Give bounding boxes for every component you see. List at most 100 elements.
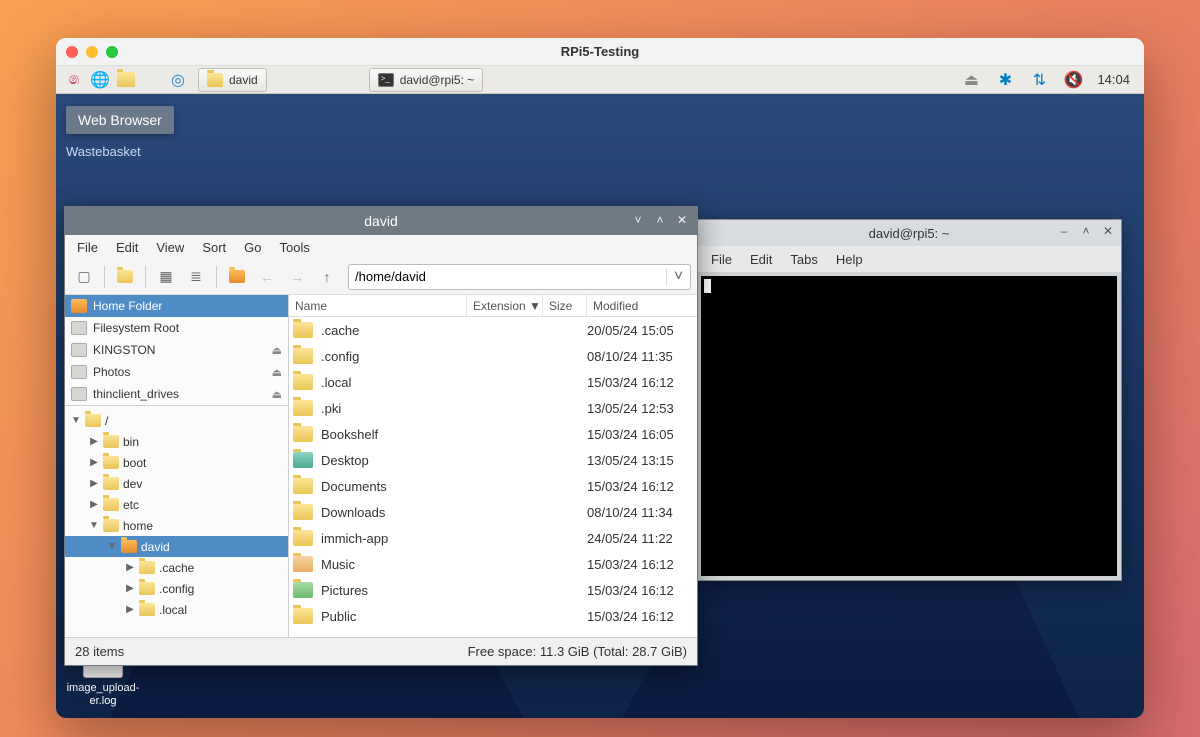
tree-label: boot [123,456,146,470]
expand-arrow-icon[interactable]: ▼ [71,415,81,426]
fm-menu-go[interactable]: Go [236,238,269,257]
eject-icon[interactable]: ⏏ [272,366,282,379]
place-home-folder[interactable]: Home Folder [65,295,288,317]
eject-tray-icon[interactable]: ⏏ [961,70,981,90]
place-thinclient_drives[interactable]: thinclient_drives⏏ [65,383,288,405]
file-manager-window[interactable]: david ˅ ˄ ✕ File Edit View Sort Go Tools… [64,206,698,666]
file-row[interactable]: immich-app24/05/24 11:22 [289,525,697,551]
eject-icon[interactable]: ⏏ [272,388,282,401]
tree-node-etc[interactable]: ▶etc [65,494,288,515]
tree-node-dev[interactable]: ▶dev [65,473,288,494]
fm-menubar: File Edit View Sort Go Tools [65,235,697,259]
eject-icon[interactable]: ⏏ [272,344,282,357]
file-row[interactable]: Downloads08/10/24 11:34 [289,499,697,525]
home-icon [71,299,87,313]
tree-node-boot[interactable]: ▶ boot [65,452,288,473]
wastebasket-icon[interactable]: Wastebasket [66,144,141,159]
network-tray-icon[interactable]: ⇅ [1029,70,1049,90]
terminal-body[interactable] [701,276,1117,576]
bluetooth-tray-icon[interactable]: ✱ [995,70,1015,90]
folder-icon [121,540,137,553]
new-tab-button[interactable]: ▢ [71,264,97,290]
place-label: Home Folder [93,299,162,313]
list-view-button[interactable]: ≣ [183,264,209,290]
tree-node-local[interactable]: ▶.local [65,599,288,620]
file-row[interactable]: .cache20/05/24 15:05 [289,317,697,343]
file-row[interactable]: Public15/03/24 16:12 [289,603,697,629]
new-folder-button[interactable] [112,264,138,290]
place-filesystem-root[interactable]: Filesystem Root [65,317,288,339]
forward-button[interactable]: → [284,264,310,290]
remote-desktop[interactable]: Web Browser Wastebasket image_upload- er… [56,94,1144,718]
tree-label: .cache [159,561,194,575]
volume-muted-tray-icon[interactable]: 🔇 [1063,70,1083,90]
terminal-menu-file[interactable]: File [703,249,740,270]
terminal-close-button[interactable]: ✕ [1101,224,1115,238]
terminal-minimize-button[interactable]: – [1057,224,1071,238]
place-photos[interactable]: Photos⏏ [65,361,288,383]
tree-node-david[interactable]: ▼david [65,536,288,557]
fm-menu-view[interactable]: View [148,238,192,257]
magnifier-launcher-icon[interactable]: ◎ [166,68,190,92]
file-row[interactable]: .pki13/05/24 12:53 [289,395,697,421]
expand-arrow-icon[interactable]: ▶ [89,436,99,447]
menu-launcher-icon[interactable]: ෧ [62,68,86,92]
fm-menu-sort[interactable]: Sort [194,238,234,257]
fm-titlebar[interactable]: david ˅ ˄ ✕ [65,207,697,235]
fm-maximize-button[interactable]: ˄ [653,213,667,227]
file-modified: 08/10/24 11:34 [587,505,697,520]
clock[interactable]: 14:04 [1097,72,1130,87]
file-row[interactable]: Music15/03/24 16:12 [289,551,697,577]
file-row[interactable]: Desktop13/05/24 13:15 [289,447,697,473]
file-row[interactable]: Bookshelf15/03/24 16:05 [289,421,697,447]
fm-menu-edit[interactable]: Edit [108,238,146,257]
folder-icon [139,582,155,595]
icon-view-button[interactable]: ▦ [153,264,179,290]
expand-arrow-icon[interactable]: ▶ [89,499,99,510]
path-input[interactable] [349,269,666,284]
tree-node-bin[interactable]: ▶bin [65,431,288,452]
file-row[interactable]: Documents15/03/24 16:12 [289,473,697,499]
tree-node-config[interactable]: ▶.config [65,578,288,599]
terminal-window[interactable]: david@rpi5: ~ – ˄ ✕ File Edit Tabs Help [696,219,1122,581]
expand-arrow-icon[interactable]: ▼ [107,541,117,552]
col-extension-header[interactable]: Extension ▼ [467,295,543,316]
file-row[interactable]: Pictures15/03/24 16:12 [289,577,697,603]
expand-arrow-icon[interactable]: ▶ [125,604,135,615]
fm-menu-file[interactable]: File [69,238,106,257]
terminal-menu-help[interactable]: Help [828,249,871,270]
browser-launcher-icon[interactable]: 🌐 [88,68,112,92]
folder-icon [293,582,313,598]
terminal-titlebar[interactable]: david@rpi5: ~ – ˄ ✕ [697,220,1121,246]
taskbar-task-terminal[interactable]: david@rpi5: ~ [369,68,484,92]
fm-roll-button[interactable]: ˅ [631,213,645,227]
tree-node-home[interactable]: ▼home [65,515,288,536]
taskbar-task-filemanager[interactable]: david [198,68,267,92]
tree-node-[interactable]: ▼/ [65,410,288,431]
col-name-header[interactable]: Name [289,295,467,316]
expand-arrow-icon[interactable]: ▶ [89,457,99,468]
expand-arrow-icon[interactable]: ▶ [125,583,135,594]
tree-node-cache[interactable]: ▶ .cache [65,557,288,578]
terminal-launcher-icon[interactable] [140,68,164,92]
files-launcher-icon[interactable] [114,68,138,92]
file-row[interactable]: .local15/03/24 16:12 [289,369,697,395]
place-kingston[interactable]: KINGSTON⏏ [65,339,288,361]
col-size-header[interactable]: Size [543,295,587,316]
terminal-menu-tabs[interactable]: Tabs [782,249,825,270]
terminal-maximize-button[interactable]: ˄ [1079,224,1093,238]
home-button[interactable] [224,264,250,290]
back-button[interactable]: ← [254,264,280,290]
fm-close-button[interactable]: ✕ [675,213,689,227]
path-history-dropdown[interactable]: ˅ [666,268,690,286]
expand-arrow-icon[interactable]: ▶ [125,562,135,573]
expand-arrow-icon[interactable]: ▶ [89,478,99,489]
fm-menu-tools[interactable]: Tools [272,238,318,257]
terminal-menu-edit[interactable]: Edit [742,249,780,270]
expand-arrow-icon[interactable]: ▼ [89,520,99,531]
up-button[interactable]: ↑ [314,264,340,290]
col-modified-header[interactable]: Modified [587,295,697,316]
folder-icon [293,530,313,546]
file-row[interactable]: .config08/10/24 11:35 [289,343,697,369]
file-list[interactable]: .cache20/05/24 15:05.config08/10/24 11:3… [289,317,697,637]
